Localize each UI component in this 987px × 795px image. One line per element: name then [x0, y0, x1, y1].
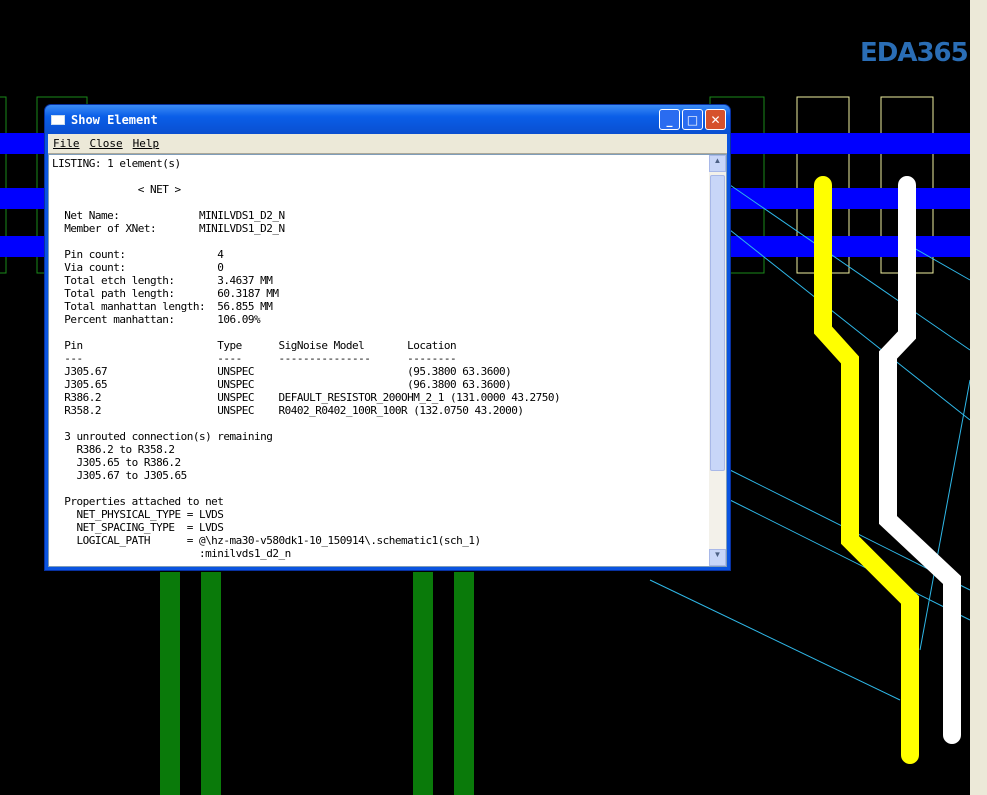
listing-line: < NET > — [52, 183, 181, 196]
listing-line — [52, 326, 560, 339]
listing-line: R386.2 UNSPEC DEFAULT_RESISTOR_200OHM_2_… — [52, 391, 561, 404]
listing-line: Properties attached to net — [52, 495, 224, 508]
close-button[interactable]: ✕ — [705, 109, 726, 130]
listing-line — [52, 196, 560, 209]
listing-line: NET_PHYSICAL_TYPE = LVDS — [52, 508, 224, 521]
listing-line: J305.65 to R386.2 — [52, 456, 181, 469]
title-bar[interactable]: Show Element _ □ ✕ — [45, 105, 730, 134]
listing-line — [52, 417, 560, 430]
listing-line: Total path length: 60.3187 MM — [52, 287, 279, 300]
menu-bar: File Close Help — [48, 134, 727, 154]
minimize-button[interactable]: _ — [659, 109, 680, 130]
listing-line: Net Name: MINILVDS1_D2_N — [52, 209, 285, 222]
listing-line — [52, 235, 560, 248]
listing-line: --- ---- --------------- -------- — [52, 352, 457, 365]
listing-line: LOGICAL_PATH = @\hz-ma30-v580dk1-10_1509… — [52, 534, 481, 547]
window-title: Show Element — [71, 112, 158, 127]
listing-line: Total etch length: 3.4637 MM — [52, 274, 273, 287]
menu-close[interactable]: Close — [85, 137, 128, 150]
listing-line — [52, 482, 560, 495]
menu-help[interactable]: Help — [128, 137, 165, 150]
scroll-thumb[interactable] — [710, 175, 725, 471]
logo: EDA365 — [860, 38, 969, 68]
show-element-window: Show Element _ □ ✕ File Close Help LISTI… — [44, 104, 731, 571]
listing-line: Member of XNet: MINILVDS1_D2_N — [52, 222, 285, 235]
listing-line: NET_SPACING_TYPE = LVDS — [52, 521, 224, 534]
maximize-button[interactable]: □ — [682, 109, 703, 130]
listing-line: Pin count: 4 — [52, 248, 224, 261]
listing-line: LISTING: 1 element(s) — [52, 157, 181, 170]
listing-line: J305.67 UNSPEC (95.3800 63.3600) — [52, 365, 512, 378]
scroll-up-button[interactable]: ▲ — [709, 155, 726, 172]
listing-line: Percent manhattan: 106.09% — [52, 313, 261, 326]
listing-line: Total manhattan length: 56.855 MM — [52, 300, 273, 313]
listing-line: Via count: 0 — [52, 261, 224, 274]
window-icon — [51, 114, 65, 125]
listing-line: 3 unrouted connection(s) remaining — [52, 430, 273, 443]
listing-line: R358.2 UNSPEC R0402_R0402_100R_100R (132… — [52, 404, 524, 417]
listing-line — [52, 170, 560, 183]
listing-text-area[interactable]: LISTING: 1 element(s) < NET > Net Name: … — [48, 154, 727, 567]
listing-text: LISTING: 1 element(s) < NET > Net Name: … — [52, 157, 561, 560]
listing-line: J305.65 UNSPEC (96.3800 63.3600) — [52, 378, 512, 391]
menu-file[interactable]: File — [48, 137, 85, 150]
listing-line: R386.2 to R358.2 — [52, 443, 175, 456]
vertical-scrollbar[interactable]: ▲ ▼ — [709, 155, 726, 566]
listing-line: J305.67 to J305.65 — [52, 469, 187, 482]
listing-line: :minilvds1_d2_n — [52, 547, 291, 560]
listing-line: Pin Type SigNoise Model Location — [52, 339, 457, 352]
scroll-down-button[interactable]: ▼ — [709, 549, 726, 566]
canvas-scrollbar[interactable] — [970, 0, 987, 795]
